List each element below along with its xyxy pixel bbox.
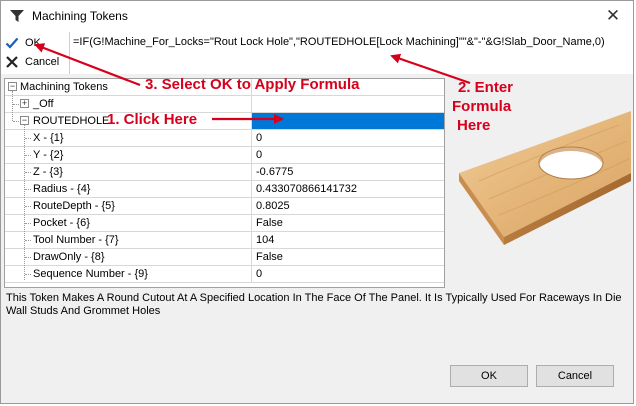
annotation-step-1: 1. Click Here [107,111,198,128]
annotation-arrows [34,43,471,124]
annotation-step-2-line-2: Formula [452,98,512,115]
annotation-step-2-line-1: 2. Enter [458,79,514,96]
annotation-step-3: 3. Select OK to Apply Formula [145,76,360,93]
annotation-step-2-line-3: Here [457,117,491,134]
arrow-select-ok [34,43,141,87]
